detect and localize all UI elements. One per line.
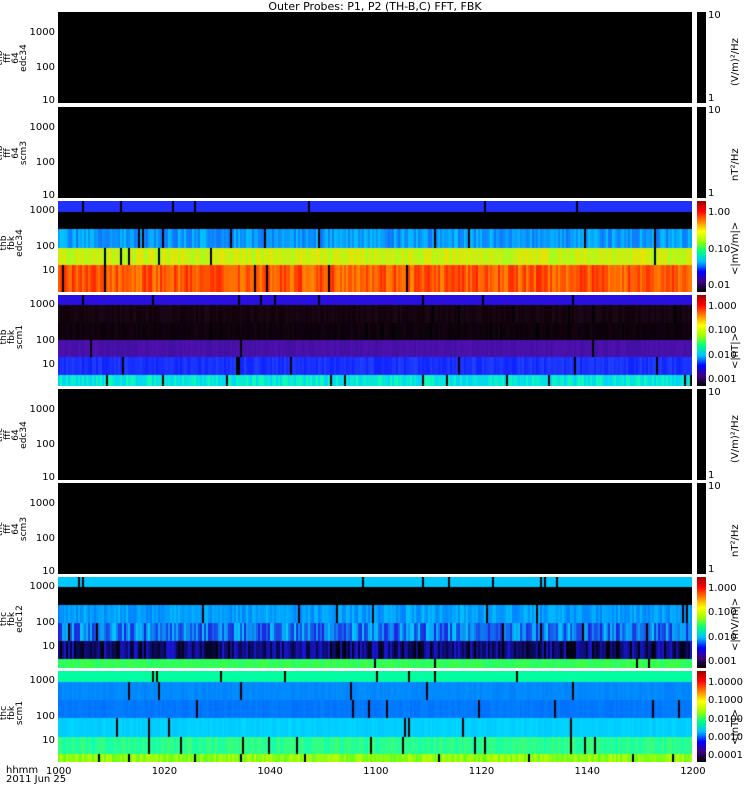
ytick-label: 1000 bbox=[29, 498, 55, 509]
spectrogram-panel-thb-fff-64-edc34 bbox=[58, 12, 692, 103]
panel-ylabel: thb fff 64 edc34 bbox=[0, 38, 29, 78]
ytick-label: 10 bbox=[42, 735, 55, 746]
colorbar bbox=[697, 671, 706, 762]
colorbar-tick-label: 10 bbox=[708, 10, 721, 21]
colorbar bbox=[697, 483, 706, 574]
ytick-label: 1000 bbox=[29, 205, 55, 216]
ytick-label: 1000 bbox=[29, 581, 55, 592]
colorbar bbox=[697, 389, 706, 480]
panel-ylabel: thc fbk scm1 bbox=[0, 693, 25, 733]
panel-ylabel: thc fff 64 edc34 bbox=[0, 415, 29, 455]
ytick-label: 1000 bbox=[29, 122, 55, 133]
colorbar-tick-label: 10 bbox=[708, 105, 721, 116]
ytick-label: 1000 bbox=[29, 299, 55, 310]
colorbar-tick-label: 0.001 bbox=[708, 374, 737, 385]
colorbar-tick-label: 1 bbox=[708, 93, 715, 104]
ytick-label: 1000 bbox=[29, 27, 55, 38]
colorbar-unit-label: (V/m)²/Hz bbox=[730, 414, 741, 463]
xtick-label: 1200 bbox=[680, 766, 706, 777]
spectrogram-panel-thc-fff-64-scm3 bbox=[58, 483, 692, 574]
ylabel-line: scm1 bbox=[15, 324, 25, 349]
ytick-label: 10 bbox=[42, 472, 55, 483]
xtick-label: 1040 bbox=[257, 766, 283, 777]
spectrogram-image bbox=[58, 201, 692, 292]
spectrogram-image bbox=[58, 389, 692, 480]
colorbar-unit-label: <|mV/m|> bbox=[730, 597, 741, 651]
colorbar bbox=[697, 295, 706, 386]
colorbar-tick-label: 0.01 bbox=[708, 280, 731, 291]
panel-ylabel: thc fff 64 scm3 bbox=[0, 509, 29, 549]
ytick-label: 1000 bbox=[29, 675, 55, 686]
spectrogram-panel-thb-fbk-scm1 bbox=[58, 295, 692, 386]
panel-ylabel: thb fff 64 scm3 bbox=[0, 133, 29, 173]
colorbar-unit-label: (V/m)²/Hz bbox=[730, 37, 741, 86]
colorbar-unit-label: nT²/Hz bbox=[730, 523, 741, 557]
ytick-label: 100 bbox=[35, 335, 55, 346]
colorbar-tick-label: 1.000 bbox=[708, 583, 737, 594]
spectrogram-panel-thc-fbk-edc12 bbox=[58, 577, 692, 668]
colorbar-tick-label: 0.001 bbox=[708, 656, 737, 667]
ytick-label: 100 bbox=[35, 533, 55, 544]
colorbar-tick-label: 1.0000 bbox=[708, 677, 743, 688]
colorbar-tick-label: 1.000 bbox=[708, 301, 737, 312]
ylabel-line: scm1 bbox=[15, 700, 25, 725]
colorbar-tick-label: 1 bbox=[708, 564, 715, 575]
xtick-label: 1020 bbox=[151, 766, 178, 777]
ytick-label: 100 bbox=[35, 711, 55, 722]
panel-ylabel: thc fbk edc12 bbox=[0, 599, 25, 639]
colorbar bbox=[697, 12, 706, 103]
spectrogram-panel-thc-fff-64-edc34 bbox=[58, 389, 692, 480]
colorbar-tick-label: 0.1000 bbox=[708, 695, 743, 707]
ytick-label: 100 bbox=[35, 617, 55, 628]
ytick-label: 10 bbox=[42, 95, 55, 106]
colorbar-tick-label: 1 bbox=[708, 470, 715, 481]
colorbar bbox=[697, 201, 706, 292]
xtick-label: 1100 bbox=[363, 766, 389, 777]
ytick-label: 100 bbox=[35, 241, 55, 252]
date-label: 2011 Jun 25 bbox=[6, 774, 67, 785]
ylabel-line: edc34 bbox=[15, 228, 25, 257]
ylabel-line: edc12 bbox=[15, 604, 25, 633]
spectrogram-panel-thc-fbk-scm1 bbox=[58, 671, 692, 762]
ytick-label: 100 bbox=[35, 157, 55, 168]
x-axis-footer: hhmm 2011 Jun 25 bbox=[6, 766, 67, 785]
colorbar-tick-label: 1 bbox=[708, 188, 715, 199]
ytick-label: 10 bbox=[42, 641, 55, 652]
colorbar-tick-label: 10 bbox=[708, 481, 721, 492]
spectrogram-image bbox=[58, 12, 692, 103]
colorbar-tick-label: 0.0001 bbox=[708, 750, 743, 761]
ytick-label: 10 bbox=[42, 190, 55, 201]
colorbar-unit-label: <|nT|> bbox=[730, 708, 741, 745]
spectrogram-panel-thb-fbk-edc34 bbox=[58, 201, 692, 292]
xtick-label: 1120 bbox=[468, 766, 495, 777]
xtick-label: 1140 bbox=[574, 766, 600, 777]
colorbar bbox=[697, 577, 706, 668]
colorbar-tick-label: 0.10 bbox=[708, 243, 731, 255]
ytick-label: 100 bbox=[35, 439, 55, 450]
spectrogram-image bbox=[58, 107, 692, 198]
spectrogram-image bbox=[58, 577, 692, 668]
spectrogram-panel-thb-fff-64-scm3 bbox=[58, 107, 692, 198]
ytick-label: 1000 bbox=[29, 404, 55, 415]
colorbar-unit-label: <|mV/m|> bbox=[730, 221, 741, 275]
colorbar-unit-label: nT²/Hz bbox=[730, 147, 741, 181]
spectrogram-image bbox=[58, 671, 692, 762]
spectrogram-image bbox=[58, 483, 692, 574]
ytick-label: 100 bbox=[35, 62, 55, 73]
colorbar-tick-label: 10 bbox=[708, 387, 721, 398]
colorbar-tick-label: 1.00 bbox=[708, 207, 731, 218]
colorbar-unit-label: <|nT|> bbox=[730, 332, 741, 369]
ytick-label: 10 bbox=[42, 566, 55, 577]
ytick-label: 10 bbox=[42, 265, 55, 276]
panel-ylabel: thb fbk scm1 bbox=[0, 317, 25, 357]
panel-ylabel: thb fbk edc34 bbox=[0, 223, 25, 263]
ytick-label: 10 bbox=[42, 359, 55, 370]
spectrogram-image bbox=[58, 295, 692, 386]
colorbar bbox=[697, 107, 706, 198]
